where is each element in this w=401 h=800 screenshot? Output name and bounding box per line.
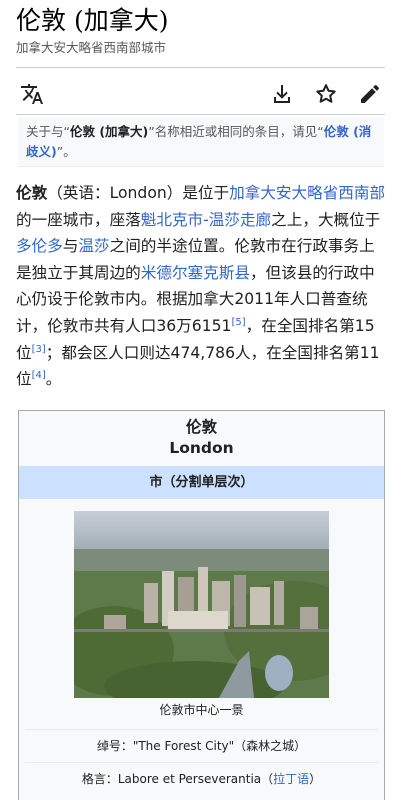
hatnote-term: 伦敦 (加拿大) (69, 124, 149, 139)
page-subtitle: 加拿大安大略省西南部城市 (16, 40, 167, 55)
reference-5[interactable]: [5] (231, 317, 245, 328)
hatnote-prefix: 关于与“ (26, 124, 70, 139)
infobox-row-divider (25, 762, 378, 763)
link-quebec-windsor-corridor[interactable]: 魁北克市-温莎走廊 (141, 211, 271, 229)
infobox-type-header: 市（分割单层次） (19, 466, 384, 499)
link-middlesex-county[interactable]: 米德尔塞克斯县 (141, 264, 250, 282)
link-windsor[interactable]: 温莎 (78, 237, 109, 255)
infobox-title: 伦敦 (185, 418, 217, 436)
toolbar-divider (16, 114, 385, 115)
edit-icon[interactable] (356, 80, 384, 108)
reference-3[interactable]: [3] (32, 344, 46, 355)
page-header: 伦敦 (加拿大) 加拿大安大略省西南部城市 (16, 4, 386, 57)
infobox-subtitle: London (169, 439, 234, 457)
nickname-row: 绰号："The Forest City"（森林之城） (96, 739, 307, 753)
reference-4[interactable]: [4] (32, 370, 46, 381)
article-subject: 伦敦 (16, 184, 48, 202)
language-icon[interactable] (18, 80, 46, 108)
disambiguation-hatnote: 关于与“伦敦 (加拿大)”名称相近或相同的条目，请见“伦敦 (消歧义)”。 (18, 117, 384, 167)
link-southwestern-ontario[interactable]: 加拿大安大略省西南部 (229, 184, 385, 202)
link-toronto[interactable]: 多伦多 (16, 237, 63, 255)
city-photo[interactable] (74, 511, 329, 698)
lead-paragraph: 伦敦（英语：London）是位于加拿大安大略省西南部的一座城市，座落魁北克市-温… (16, 184, 386, 389)
infobox: 伦敦 London 市（分割单层次） 伦敦市中心一景 绰号："The Fores… (18, 410, 385, 800)
page-actions-toolbar (16, 76, 385, 112)
download-icon[interactable] (268, 80, 296, 108)
motto-row: 格言：Labore et Perseverantia（拉丁语） (81, 772, 322, 786)
hatnote-suffix: ”。 (56, 144, 76, 159)
hatnote-middle: ”名称相近或相同的条目，请见“ (148, 124, 324, 139)
infobox-row-divider (25, 729, 378, 730)
star-icon[interactable] (312, 80, 340, 108)
header-divider (16, 67, 385, 68)
page-title: 伦敦 (加拿大) (16, 6, 169, 35)
photo-caption: 伦敦市中心一景 (159, 703, 244, 717)
link-latin[interactable]: 拉丁语 (273, 772, 309, 786)
downtown-aerial-image (74, 511, 329, 698)
